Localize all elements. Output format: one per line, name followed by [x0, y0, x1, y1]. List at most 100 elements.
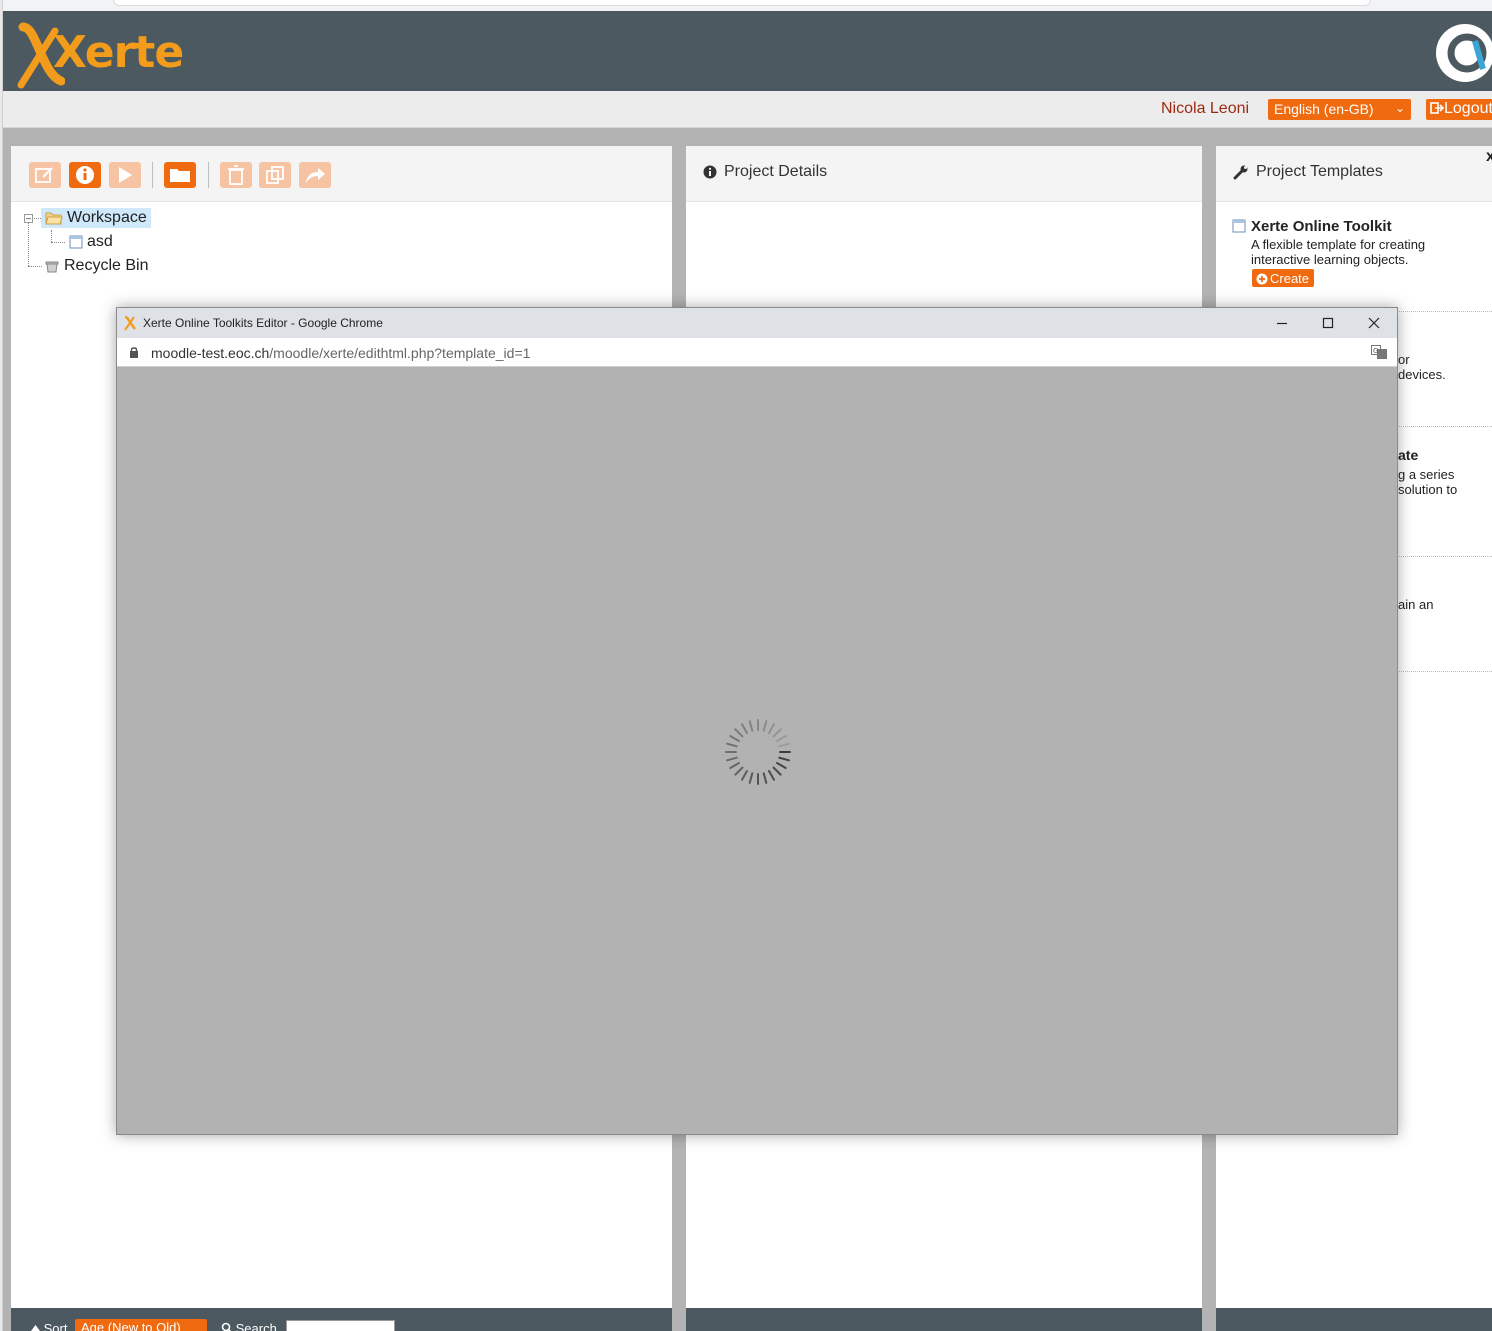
xerte-logo[interactable]: Xerte [15, 19, 184, 91]
spinner-tick [734, 728, 744, 738]
popup-title: Xerte Online Toolkits Editor - Google Ch… [143, 316, 383, 330]
search-input[interactable] [286, 1320, 395, 1331]
sort-label: Sort [31, 1321, 67, 1331]
tree-connector [28, 266, 42, 267]
spinner-tick [748, 720, 754, 732]
app-header: Xerte [3, 11, 1492, 91]
spinner-tick [776, 762, 787, 769]
play-icon [119, 167, 132, 183]
chevron-down-icon: ⌄ [1394, 101, 1405, 115]
popup-url: moodle-test.eoc.ch/moodle/xerte/edithtml… [151, 345, 530, 361]
template-fragment: solution to [1398, 482, 1458, 497]
close-icon [1368, 317, 1380, 329]
template-description: A flexible template for creating interac… [1251, 237, 1426, 267]
template-icon [1232, 219, 1246, 233]
sort-arrow-icon [31, 1325, 40, 1331]
document-icon [69, 235, 83, 249]
project-details-title-text: Project Details [724, 163, 828, 180]
language-select-value: English (en-GB) [1274, 101, 1374, 117]
template-fragment: or [1398, 352, 1410, 367]
maximize-icon [1322, 317, 1334, 329]
spinner-tick [776, 735, 787, 742]
spinner-tick [778, 742, 790, 748]
spinner-tick [768, 770, 775, 781]
template-item-xot: Xerte Online Toolkit A flexible template… [1216, 202, 1492, 312]
close-window-button[interactable] [1359, 313, 1389, 333]
template-fragment: ain an [1398, 597, 1434, 612]
details-footer [686, 1308, 1202, 1331]
template-fragment: g a series [1398, 467, 1455, 482]
edit-icon [35, 167, 53, 183]
preview-button[interactable] [109, 162, 141, 188]
logout-icon [1430, 102, 1445, 114]
tree-label-asd: asd [87, 233, 113, 250]
duplicate-icon [266, 166, 284, 184]
toolbar-separator [152, 162, 153, 188]
folder-open-icon [45, 212, 63, 225]
spinner-tick [729, 762, 740, 769]
project-details-header: Project Details [686, 146, 1202, 202]
underlying-window-edge [0, 0, 3, 1331]
tree-connector [51, 242, 65, 243]
spinner-tick [762, 772, 768, 784]
logo-text: Xerte [53, 27, 184, 78]
sort-select[interactable]: Age (New to Old) [75, 1319, 207, 1331]
collapse-toggle[interactable]: – [24, 214, 33, 223]
partner-logo-icon [1435, 23, 1492, 83]
search-icon [221, 1322, 232, 1331]
user-bar: Nicola Leoni English (en-GB) ⌄ Logout [3, 91, 1492, 128]
share-icon [306, 168, 325, 183]
template-fragment: ate [1398, 447, 1419, 463]
xerte-favicon-icon [124, 315, 136, 331]
spinner-tick [762, 720, 768, 732]
create-button[interactable]: Create [1252, 269, 1315, 287]
url-host: moodle-test.eoc.ch [151, 345, 270, 361]
browser-tabstrip [3, 0, 1492, 11]
minimize-icon [1277, 322, 1287, 325]
lock-icon [130, 347, 138, 358]
tree-label-workspace: Workspace [67, 209, 147, 226]
properties-button[interactable] [69, 162, 101, 188]
spinner-tick [778, 756, 790, 762]
spinner-tick [772, 766, 782, 776]
create-label: Create [1270, 271, 1310, 286]
search-label-text: Search [235, 1321, 277, 1331]
minimize-button[interactable] [1267, 313, 1297, 333]
tree-connector [28, 218, 29, 266]
user-name: Nicola Leoni [1161, 100, 1250, 117]
translate-icon[interactable]: G [1371, 345, 1387, 359]
tree-node-recycle-bin[interactable]: Recycle Bin [44, 255, 152, 277]
spinner-tick [741, 770, 748, 781]
template-title: Xerte Online Toolkit [1251, 218, 1392, 235]
popup-titlebar[interactable]: Xerte Online Toolkits Editor - Google Ch… [117, 308, 1397, 338]
project-templates-title-text: Project Templates [1256, 163, 1383, 180]
maximize-button[interactable] [1313, 313, 1343, 333]
sort-select-value: Age (New to Old) [81, 1320, 181, 1331]
tree-node-workspace[interactable]: Workspace [41, 207, 151, 229]
tree-node-asd[interactable]: asd [69, 231, 117, 253]
delete-icon [228, 165, 244, 185]
templates-footer [1216, 1308, 1492, 1331]
workspace-footer: Sort Age (New to Old) Search [11, 1308, 672, 1331]
edit-button[interactable] [29, 162, 61, 188]
template-fragment: devices. [1398, 367, 1446, 382]
browser-address-bar[interactable] [113, 0, 1371, 6]
close-icon[interactable]: x [1486, 148, 1492, 166]
language-select[interactable]: English (en-GB) ⌄ [1268, 99, 1411, 120]
delete-button[interactable] [220, 162, 252, 188]
new-folder-button[interactable] [164, 162, 196, 188]
loading-spinner-icon [725, 719, 791, 785]
spinner-tick [741, 723, 748, 734]
info-icon [76, 166, 94, 184]
project-details-title: Project Details [703, 163, 827, 181]
logout-button[interactable]: Logout [1426, 99, 1492, 120]
workspace-toolbar [11, 146, 672, 202]
spinner-tick [726, 756, 738, 762]
popup-address-bar[interactable]: moodle-test.eoc.ch/moodle/xerte/edithtml… [117, 338, 1397, 367]
svg-text:G: G [1373, 347, 1378, 355]
spinner-tick [729, 735, 740, 742]
editor-popup-window: Xerte Online Toolkits Editor - Google Ch… [116, 307, 1398, 1135]
duplicate-button[interactable] [259, 162, 291, 188]
share-button[interactable] [299, 162, 331, 188]
project-templates-title: Project Templates [1233, 163, 1383, 181]
